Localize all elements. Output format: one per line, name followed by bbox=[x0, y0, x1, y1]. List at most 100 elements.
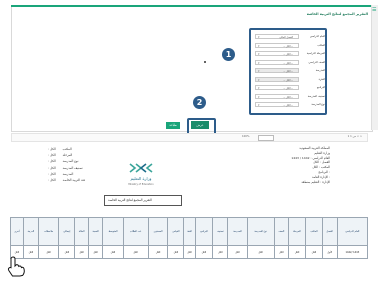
table-cell: الكل bbox=[167, 245, 185, 259]
filter-select[interactable]: الفصل الحالي ▾ bbox=[255, 34, 299, 39]
filter-select-value: -- الكل -- bbox=[283, 53, 293, 56]
filter-select-value: -- الكل -- bbox=[283, 70, 293, 73]
table-cell: الكل bbox=[287, 245, 307, 259]
header-accent-bar bbox=[11, 5, 371, 7]
chevron-down-icon: ▾ bbox=[258, 103, 260, 107]
step-badge-2: 2 bbox=[193, 96, 206, 109]
print-button[interactable]: طباعة bbox=[166, 122, 180, 129]
filter-label: المكتب bbox=[317, 43, 325, 47]
chevron-down-icon: ▾ bbox=[258, 94, 260, 99]
chevron-down-icon: ▾ bbox=[258, 69, 260, 73]
filter-label: البرنامج bbox=[316, 86, 325, 89]
chevron-down-icon: ▾ bbox=[258, 43, 260, 48]
filter-select[interactable]: -- الكل -- ▾ bbox=[255, 59, 299, 65]
menu-icon[interactable]: ☰ bbox=[372, 7, 376, 13]
table-cell: الكل bbox=[102, 245, 124, 259]
report-filter-line: : الكل المدرسة bbox=[48, 171, 85, 176]
table-cell: الكل bbox=[273, 245, 289, 259]
filter-select[interactable]: -- الكل -- ▾ bbox=[255, 93, 299, 99]
zoom-select[interactable]: 100% bbox=[242, 135, 249, 138]
report-filter-label: المرحلة bbox=[62, 153, 73, 158]
hand-pointer-icon bbox=[7, 256, 25, 277]
table-cell: الكل bbox=[147, 245, 169, 259]
column-header: إجمالي bbox=[58, 217, 76, 246]
report-filter-label: فئة التربية الخاصة bbox=[62, 177, 85, 182]
table-cell: الكل bbox=[58, 245, 76, 259]
filter-select[interactable]: -- الكل -- ▾ bbox=[255, 85, 299, 90]
filter-select[interactable]: -- الكل -- ▾ bbox=[255, 42, 299, 48]
table-cell: الكل bbox=[212, 245, 229, 259]
report-meta-line: الإدارة : التعليم بمنطقة bbox=[301, 179, 330, 184]
logo-text: وزارة التعليم bbox=[131, 176, 152, 181]
report-toolbar bbox=[11, 133, 368, 142]
filter-select-value: -- الكل -- bbox=[283, 95, 293, 99]
column-header: النسبة bbox=[87, 217, 104, 246]
report-filter-line: : الكل المرحلة bbox=[48, 154, 85, 157]
filter-select[interactable]: -- الكل -- ▾ bbox=[255, 51, 299, 56]
filter-row: -- الكل -- ▾ تصنيف المدرسة bbox=[255, 93, 325, 99]
filter-select-value: الفصل الحالي bbox=[279, 36, 293, 39]
report-filter-label: نوع المدرسة bbox=[62, 159, 79, 164]
column-header: المتوسط bbox=[102, 217, 124, 246]
find-input[interactable] bbox=[258, 135, 274, 141]
report-filter-value: : الكل bbox=[48, 165, 56, 170]
column-header: البرنامج bbox=[194, 217, 214, 246]
report-meta-line: العام الدراسي : 1442 / 1443 bbox=[291, 155, 330, 160]
filter-select: -- الكل -- ▾ bbox=[255, 68, 299, 73]
table-cell: الكل bbox=[227, 245, 248, 259]
report-filter-label: المدرسة bbox=[62, 171, 74, 176]
chevron-down-icon: ▾ bbox=[258, 52, 260, 56]
table-cell: الكل bbox=[122, 245, 149, 259]
filter-select-value: -- الكل -- bbox=[283, 61, 293, 65]
report-meta-line: الإدارة العامة : bbox=[312, 174, 330, 179]
report-filter-label: المكتب bbox=[62, 147, 72, 151]
report-header-left: : الكل المكتب : الكل المرحلة : الكل نوع المدر… bbox=[48, 148, 85, 185]
column-header: الفصل bbox=[321, 217, 338, 246]
chevron-down-icon: ▾ bbox=[258, 77, 260, 82]
filter-row: -- الكل -- ▾ الفترة bbox=[255, 76, 325, 82]
column-header: القياس bbox=[167, 217, 185, 246]
filter-select-value: -- الكل -- bbox=[283, 104, 293, 107]
filter-select-value: -- الكل -- bbox=[283, 44, 293, 48]
filter-label: العام الدراسي bbox=[309, 35, 325, 38]
report-filter-value: : الكل bbox=[48, 159, 56, 164]
column-header: الدرجة bbox=[22, 217, 39, 246]
table-cell: الأول bbox=[321, 245, 338, 259]
filter-select[interactable]: -- الكل -- ▾ bbox=[255, 102, 299, 107]
filter-select-value: -- الكل -- bbox=[283, 87, 293, 90]
report-filter-value: : الكل bbox=[48, 153, 56, 158]
report-meta-line: الفصل : الكل bbox=[313, 160, 330, 165]
loading-dot bbox=[204, 61, 206, 63]
chevron-down-icon: ▾ bbox=[258, 35, 260, 39]
column-header: المكتب bbox=[305, 217, 323, 246]
report-filter-line: : الكل فئة التربية الخاصة bbox=[48, 177, 85, 182]
page-navigation[interactable]: 1 من 1 < > bbox=[348, 135, 362, 138]
column-header: المدرسة bbox=[227, 217, 248, 246]
report-filter-value: : الكل bbox=[48, 147, 56, 151]
report-filter-line: : الكل نوع المدرسة bbox=[48, 160, 85, 163]
column-header: العام الدراسي bbox=[336, 217, 369, 246]
filter-row: -- الكل -- ▾ الصف الدراسي bbox=[255, 59, 325, 65]
column-header: الصف bbox=[273, 217, 289, 246]
results-table: أخرى الدرجة ملاحظات إجمالي الحالة النسبة المتو… bbox=[10, 217, 369, 259]
filter-row: -- الكل -- ▾ نوع المدرسة bbox=[255, 102, 325, 107]
table-row: الكل الكل الكل الكل الكل الكل الكل الكل الكل الكل… bbox=[10, 245, 369, 259]
column-header: نوع المدرسة bbox=[246, 217, 275, 246]
step-badge-1: 1 bbox=[222, 48, 235, 61]
show-button[interactable]: عرض bbox=[191, 121, 209, 129]
filter-label: نوع المدرسة bbox=[311, 103, 325, 106]
filter-select-value: -- الكل -- bbox=[283, 78, 293, 82]
table-cell: 1442/ 1443 bbox=[336, 245, 369, 259]
filter-row: -- الكل -- ▾ المكتب bbox=[255, 42, 325, 48]
table-cell: الكل bbox=[87, 245, 104, 259]
report-header-right: المملكة العربية السعودية وزارة التعليم الع… bbox=[291, 147, 330, 185]
column-header: المستوى bbox=[147, 217, 169, 246]
table-cell: الكل bbox=[246, 245, 275, 259]
column-header: أخرى bbox=[10, 217, 24, 246]
table-header-row: أخرى الدرجة ملاحظات إجمالي الحالة النسبة المتو… bbox=[10, 217, 369, 246]
filter-label: الفترة bbox=[318, 77, 325, 81]
column-header: الحالة bbox=[74, 217, 89, 246]
column-header: عدد الطلاب bbox=[122, 217, 149, 246]
table-cell: الكل bbox=[194, 245, 214, 259]
table-cell: الكل bbox=[183, 245, 196, 259]
